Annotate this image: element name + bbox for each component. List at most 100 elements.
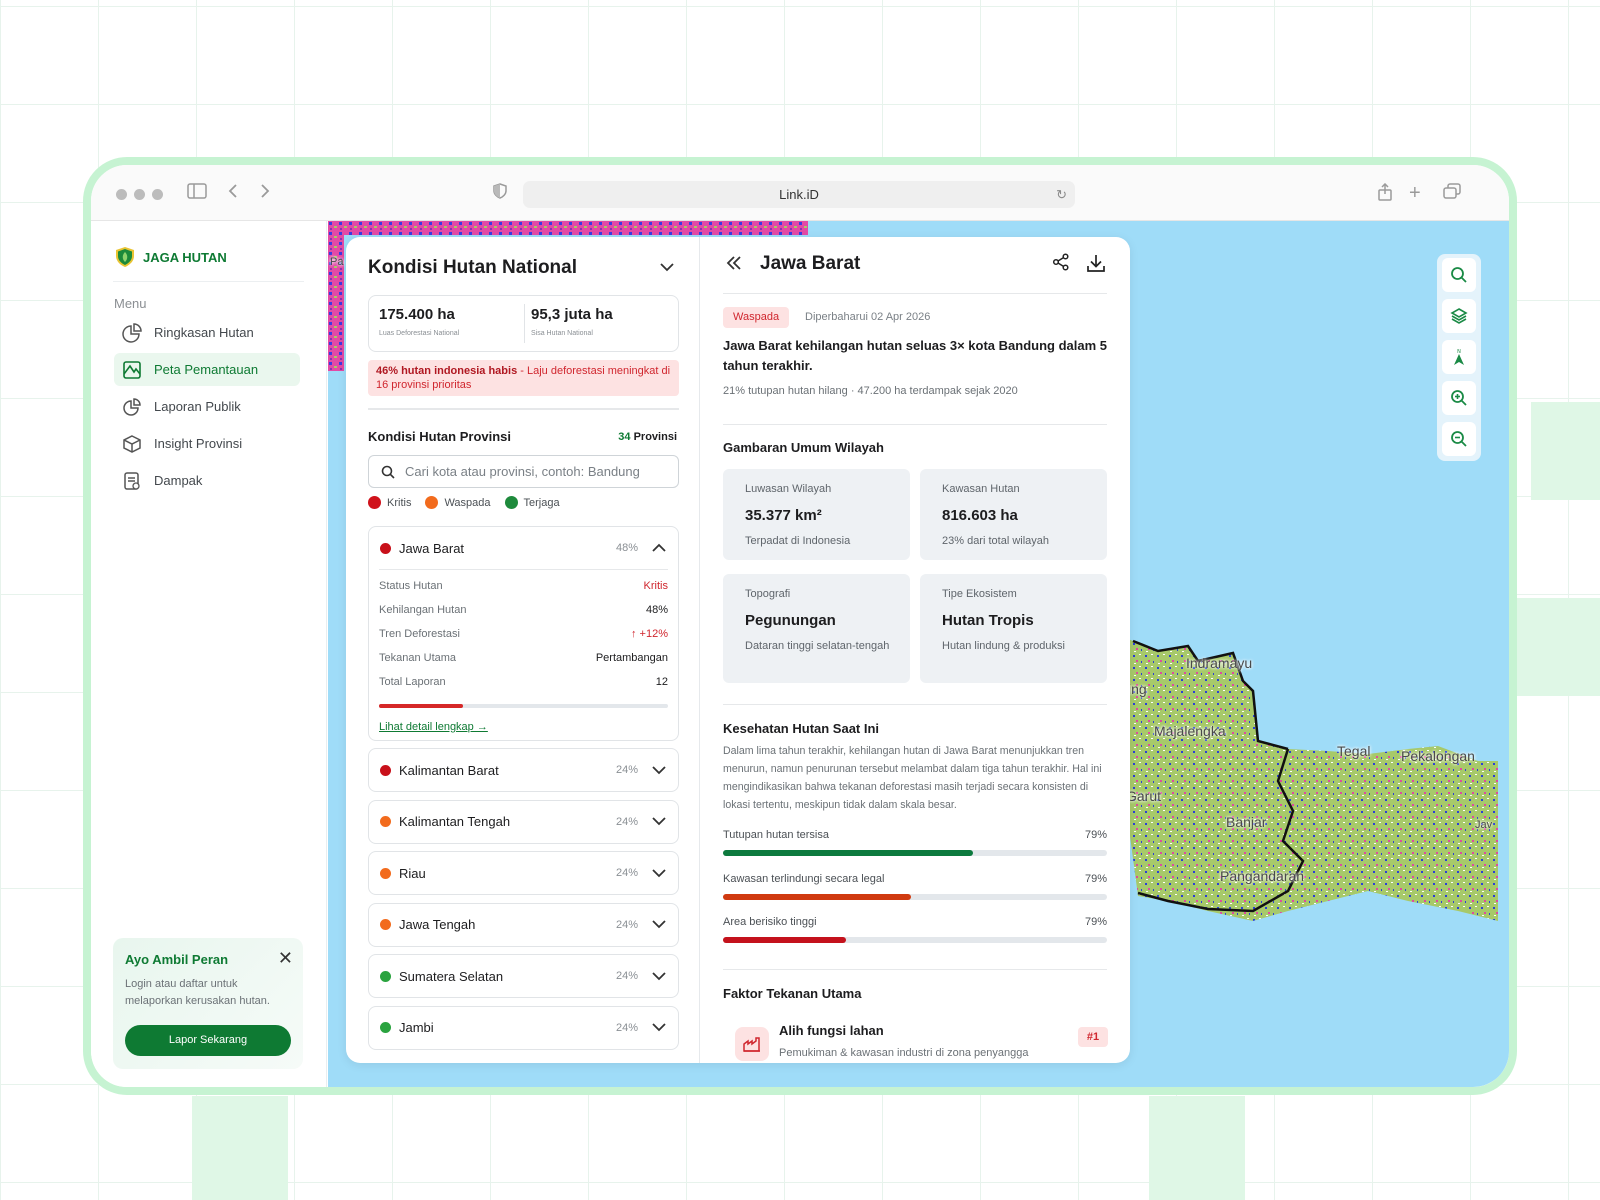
window-dot[interactable] bbox=[134, 189, 145, 200]
zoom-in-icon bbox=[1451, 390, 1467, 406]
stat-deforestation: 175.400 ha Luas Deforestasi National bbox=[379, 306, 519, 337]
search-placeholder: Cari kota atau provinsi, contoh: Bandung bbox=[405, 464, 640, 479]
chevron-up-icon[interactable] bbox=[652, 541, 666, 556]
province-percent: 24% bbox=[615, 764, 638, 776]
sidebar-toggle-icon[interactable] bbox=[187, 183, 207, 204]
national-panel: Kondisi Hutan National 175.400 ha Luas D… bbox=[346, 237, 700, 1063]
card-title: Tipe Ekosistem bbox=[942, 588, 1017, 600]
chevron-down-icon[interactable] bbox=[660, 259, 674, 277]
province-accordion[interactable]: Kalimantan Tengah 24% bbox=[368, 799, 679, 844]
detail-row: Kehilangan Hutan 48% bbox=[379, 598, 668, 622]
shield-privacy-icon[interactable] bbox=[493, 183, 507, 204]
province-search-input[interactable]: Cari kota atau provinsi, contoh: Bandung bbox=[368, 455, 679, 488]
map-north-button[interactable]: N bbox=[1442, 340, 1476, 374]
detail-value: 12 bbox=[655, 676, 668, 688]
divider bbox=[723, 424, 1107, 425]
report-now-button[interactable]: Lapor Sekarang bbox=[125, 1025, 291, 1056]
health-bar-label: Area berisiko tinggi bbox=[723, 916, 817, 928]
detail-value: 48% bbox=[645, 604, 668, 616]
sidebar-item-label: Dampak bbox=[154, 473, 203, 488]
chevron-down-icon[interactable] bbox=[652, 866, 666, 881]
divider bbox=[723, 704, 1107, 705]
stat-label: Luas Deforestasi National bbox=[379, 330, 460, 337]
sidebar-item-peta-pemantauan[interactable]: Peta Pemantauan bbox=[114, 353, 300, 386]
province-name: Riau bbox=[399, 865, 426, 881]
address-bar[interactable]: Link.iD ↻ bbox=[523, 181, 1075, 208]
status-dot bbox=[380, 764, 391, 776]
updated-date: Diperbaharui 02 Apr 2026 bbox=[805, 311, 931, 323]
chevron-down-icon[interactable] bbox=[652, 917, 666, 932]
province-header[interactable]: Jambi 24% bbox=[369, 1007, 678, 1049]
background-cell bbox=[1149, 1096, 1245, 1200]
alert-highlight: 46% hutan indonesia habis bbox=[376, 365, 518, 377]
card-desc: Dataran tinggi selatan-tengah bbox=[745, 640, 890, 652]
province-accordion[interactable]: Sumatera Selatan 24% bbox=[368, 954, 679, 998]
map-label: ing bbox=[1128, 681, 1147, 697]
brand-name: JAGA HUTAN bbox=[143, 249, 227, 265]
detail-row: Total Laporan 12 bbox=[379, 670, 668, 694]
sidebar-item-dampak[interactable]: Dampak bbox=[114, 464, 300, 497]
detail-headline: Jawa Barat kehilangan hutan seluas 3× ko… bbox=[723, 338, 1107, 373]
forward-icon[interactable] bbox=[259, 183, 271, 204]
overview-card-area: Luwasan Wilayah 35.377 km² Terpadat di I… bbox=[723, 469, 910, 560]
map-search-button[interactable] bbox=[1442, 258, 1476, 292]
overview-card-ecosystem: Tipe Ekosistem Hutan Tropis Hutan lindun… bbox=[920, 574, 1107, 683]
close-icon[interactable]: ✕ bbox=[278, 948, 293, 969]
see-details-link[interactable]: Lihat detail lengkap → bbox=[379, 721, 668, 733]
chevron-down-icon[interactable] bbox=[652, 763, 666, 778]
back-icon[interactable] bbox=[227, 183, 239, 204]
new-tab-icon[interactable]: + bbox=[1409, 183, 1421, 203]
detail-row: Tren Deforestasi ↑ +12% bbox=[379, 622, 668, 646]
health-bar-value: 79% bbox=[1084, 829, 1107, 841]
province-header[interactable]: Kalimantan Barat 24% bbox=[369, 749, 678, 791]
chevron-down-icon[interactable] bbox=[652, 969, 666, 984]
brand-logo[interactable]: JAGA HUTAN bbox=[115, 246, 227, 268]
chevron-down-icon[interactable] bbox=[652, 1020, 666, 1035]
province-header[interactable]: Jawa Barat 48% bbox=[369, 527, 678, 569]
window-dot[interactable] bbox=[152, 189, 163, 200]
province-accordion[interactable]: Jawa Tengah 24% bbox=[368, 902, 679, 947]
window-dot[interactable] bbox=[116, 189, 127, 200]
share-icon[interactable] bbox=[1377, 182, 1393, 206]
overview-card-topography: Topografi Pegunungan Dataran tinggi sela… bbox=[723, 574, 910, 683]
card-value: Hutan Tropis bbox=[942, 612, 1034, 629]
collapse-icon[interactable] bbox=[725, 251, 743, 277]
rank-badge: #1 bbox=[1078, 1027, 1108, 1047]
health-bar-fill bbox=[723, 937, 846, 943]
menu-label: Menu bbox=[114, 296, 147, 311]
health-description: Dalam lima tahun terakhir, kehilangan hu… bbox=[723, 745, 1102, 811]
detail-label: Status Hutan bbox=[379, 580, 443, 592]
province-accordion[interactable]: Kalimantan Barat 24% bbox=[368, 748, 679, 792]
sidebar-item-insight-provinsi[interactable]: Insight Provinsi bbox=[114, 427, 300, 460]
detail-row: Tekanan Utama Pertambangan bbox=[379, 646, 668, 670]
factor-name: Alih fungsi lahan bbox=[779, 1023, 884, 1038]
province-header[interactable]: Jawa Tengah 24% bbox=[369, 904, 678, 946]
overview-title: Gambaran Umum Wilayah bbox=[723, 440, 884, 455]
chevron-down-icon[interactable] bbox=[652, 814, 666, 829]
province-percent: 24% bbox=[615, 1021, 638, 1034]
download-icon[interactable] bbox=[1086, 253, 1106, 278]
share-icon[interactable] bbox=[1052, 253, 1070, 276]
status-dot bbox=[380, 867, 391, 879]
sidebar-item-ringkasan-hutan[interactable]: Ringkasan Hutan bbox=[114, 316, 300, 349]
tabs-overview-icon[interactable] bbox=[1443, 183, 1461, 204]
detail-label: Tekanan Utama bbox=[379, 652, 457, 664]
province-name: Kalimantan Tengah bbox=[399, 814, 511, 829]
sidebar-item-laporan-publik[interactable]: Laporan Publik bbox=[114, 390, 300, 423]
card-desc: Hutan lindung & produksi bbox=[942, 640, 1065, 652]
province-header[interactable]: Sumatera Selatan 24% bbox=[369, 955, 678, 997]
zoom-in-button[interactable] bbox=[1442, 381, 1476, 415]
province-accordion[interactable]: Jambi 24% bbox=[368, 1005, 679, 1050]
cta-text: Login atau daftar untuk melaporkan kerus… bbox=[125, 978, 270, 1007]
status-dot bbox=[380, 919, 391, 930]
province-header[interactable]: Kalimantan Tengah 24% bbox=[369, 801, 678, 843]
map-layers-button[interactable] bbox=[1442, 299, 1476, 333]
map-icon bbox=[122, 360, 142, 380]
province-header[interactable]: Riau 24% bbox=[369, 852, 678, 894]
zoom-out-button[interactable] bbox=[1442, 422, 1476, 456]
province-accordion[interactable]: Riau 24% bbox=[368, 851, 679, 895]
province-name: Jawa Barat bbox=[399, 540, 465, 556]
reload-icon[interactable]: ↻ bbox=[1056, 181, 1067, 208]
map-label: Pangandaran bbox=[1220, 868, 1305, 884]
detail-label: Tren Deforestasi bbox=[379, 628, 460, 640]
